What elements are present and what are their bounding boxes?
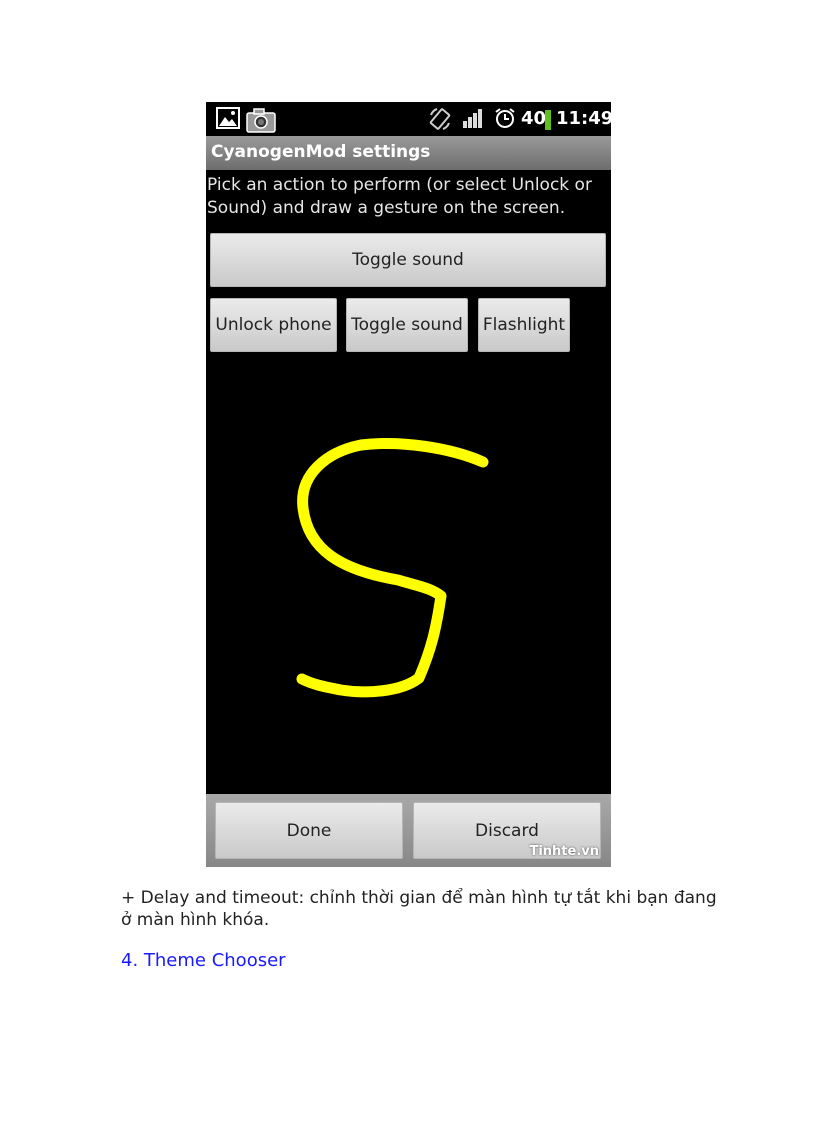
gallery-icon [216,107,240,129]
toggle-sound-button[interactable]: Toggle sound [346,298,468,352]
battery-icon [545,110,551,130]
body-paragraph: + Delay and timeout: chỉnh thời gian để … [121,888,717,930]
phone-screenshot: 40 11:49 CyanogenMod settings Pick an ac… [206,102,611,867]
gesture-stroke [296,438,489,698]
selected-action-button[interactable]: Toggle sound [210,233,606,287]
section-heading: 4. Theme Chooser [121,950,286,971]
alarm-icon [495,108,515,128]
camera-icon [246,108,276,133]
signal-icon [463,109,482,128]
watermark: Tinhte.vn [529,844,599,859]
app-title: CyanogenMod settings [206,136,611,170]
rotate-icon [429,108,451,130]
bottom-bar: Done Discard Tinhte.vn [206,794,611,867]
done-button[interactable]: Done [215,802,403,859]
status-time: 11:49 [556,108,611,129]
gesture-canvas[interactable] [206,360,611,794]
flashlight-button[interactable]: Flashlight [478,298,570,352]
status-bar: 40 11:49 [206,102,611,136]
unlock-phone-button[interactable]: Unlock phone [210,298,337,352]
instruction-text: Pick an action to perform (or select Unl… [207,175,592,218]
signal-label: 40 [521,108,547,129]
